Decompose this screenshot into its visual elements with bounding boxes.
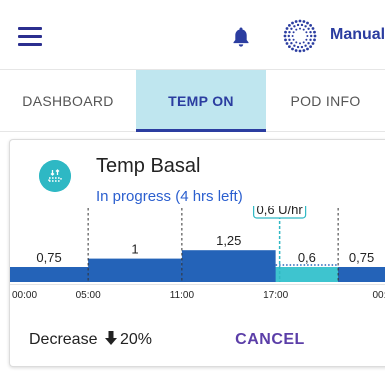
x-tick-label: 11:00 (170, 290, 195, 300)
tab-bar: DASHBOARD TEMP ON POD INFO (0, 70, 385, 132)
basal-segment-3 (275, 267, 339, 282)
basal-segment-0 (10, 267, 89, 282)
cancel-button[interactable]: CANCEL (215, 320, 325, 360)
temp-basal-status: In progress (4 hrs left) (96, 188, 243, 205)
manual-mode-icon[interactable] (283, 19, 317, 53)
app-header: Manual (0, 0, 385, 70)
segment-value-label: 0,6 (298, 250, 316, 265)
tab-dashboard[interactable]: DASHBOARD (0, 70, 136, 132)
adjustment-text: Decrease (29, 331, 98, 348)
basal-segment-1 (88, 258, 182, 282)
bell-icon[interactable] (232, 26, 250, 48)
menu-icon[interactable] (18, 27, 42, 46)
tab-pod-info[interactable]: POD INFO (266, 70, 385, 132)
mode-label[interactable]: Manual (330, 26, 385, 44)
current-rate-label: 0,6 U/hr (257, 206, 304, 217)
x-tick-label: 00:00 (372, 290, 385, 300)
basal-segment-4 (338, 267, 385, 282)
x-tick-label: 05:00 (76, 290, 101, 300)
segment-value-label: 0,75 (36, 250, 61, 265)
segment-value-label: 1,25 (216, 233, 241, 248)
basal-segment-2 (181, 250, 276, 282)
temp-basal-icon (39, 160, 71, 192)
adjustment-summary: Decrease 20% (29, 330, 152, 349)
segment-value-label: 0,75 (349, 250, 374, 265)
segment-value-label: 1 (131, 242, 138, 257)
active-tab-indicator (136, 129, 266, 132)
card-title: Temp Basal (96, 155, 201, 177)
down-arrow-icon (104, 331, 117, 345)
tab-temp-on-label: TEMP ON (168, 93, 234, 109)
tab-temp-on[interactable]: TEMP ON (136, 70, 266, 132)
adjustment-value: 20% (119, 331, 152, 348)
x-tick-label: 00:00 (12, 290, 37, 300)
basal-rate-chart: 0,75 1 1,25 0,6 0,75 0,6 U/hr 00:00 05:00 11:00 1… (10, 206, 385, 300)
x-tick-label: 17:00 (263, 290, 288, 300)
